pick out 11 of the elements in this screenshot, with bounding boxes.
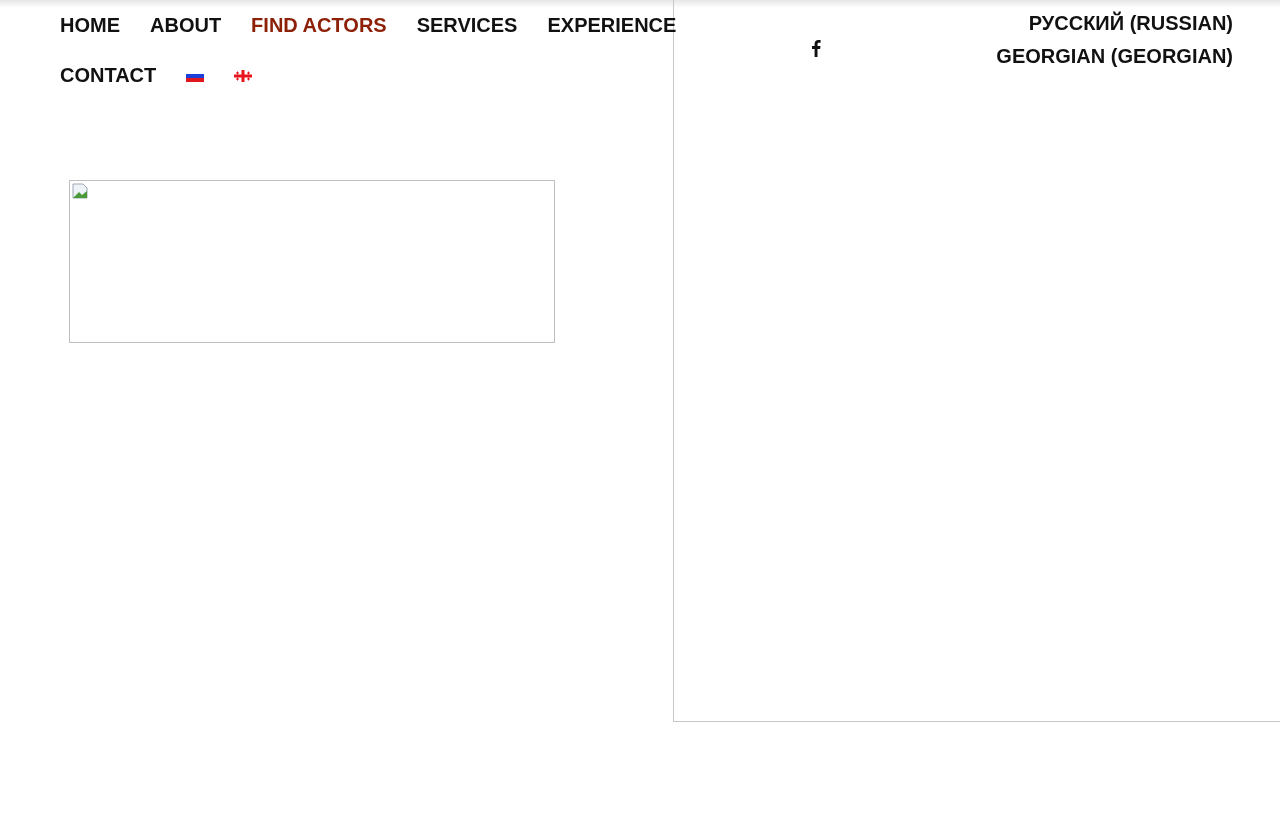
language-link[interactable]: GEORGIAN (GEORGIAN): [996, 45, 1233, 68]
broken-image-icon: [72, 183, 88, 199]
georgia-flag-icon[interactable]: [234, 70, 253, 82]
facebook-icon[interactable]: [811, 39, 821, 57]
nav-link[interactable]: CONTACT: [60, 61, 157, 111]
nav-link[interactable]: SERVICES: [416, 11, 518, 61]
nav-link[interactable]: ABOUT: [150, 11, 222, 61]
language-link[interactable]: РУССКИЙ (RUSSIAN): [1028, 12, 1233, 35]
nav-link[interactable]: EXPERIENCE: [547, 11, 677, 61]
nav-link[interactable]: HOME: [60, 11, 120, 61]
nav-link[interactable]: FIND ACTORS: [251, 11, 387, 61]
